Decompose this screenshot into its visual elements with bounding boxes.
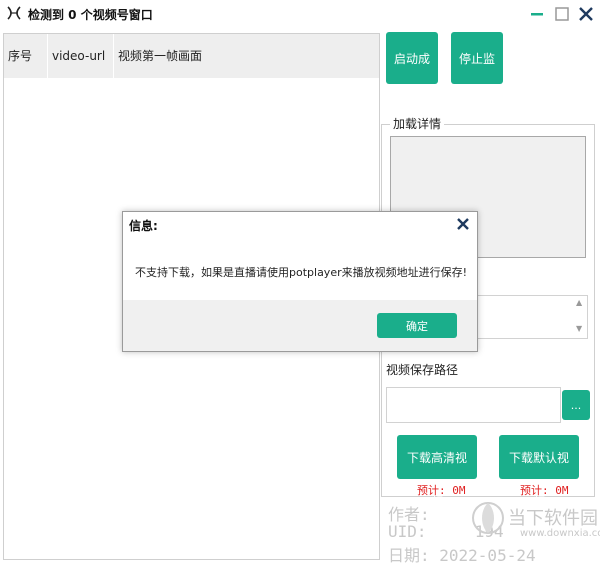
start-button[interactable]: 启动成功 — [386, 32, 438, 118]
estimate-default-size: 预计: 0M — [520, 484, 569, 497]
ok-button[interactable]: 确定 — [377, 313, 457, 338]
stop-monitor-button[interactable]: 停止监控 — [451, 32, 503, 118]
close-icon — [579, 7, 593, 21]
app-logo-icon — [6, 5, 22, 21]
info-dialog: 信息: 不支持下载，如果是直播请使用potplayer来播放视频地址进行保存! … — [122, 211, 478, 352]
scroll-up-icon[interactable]: ▲ — [576, 298, 582, 307]
dialog-close-button[interactable] — [456, 217, 470, 231]
save-path-input[interactable] — [386, 387, 561, 423]
column-header-index[interactable]: 序号 — [4, 34, 48, 78]
main-window: 检测到 0 个视频号窗口 序号 video-url 视频第一帧画面 启动成功 停… — [0, 0, 600, 565]
minimize-icon — [531, 13, 543, 16]
save-path-label: 视频保存路径 — [386, 363, 459, 377]
column-header-video-url[interactable]: video-url — [48, 34, 114, 78]
column-header-first-frame[interactable]: 视频第一帧画面 — [114, 34, 378, 78]
dialog-title: 信息: — [129, 219, 158, 233]
download-hd-button[interactable]: 下载高清视频 — [397, 435, 477, 509]
dialog-message: 不支持下载，如果是直播请使用potplayer来播放视频地址进行保存! — [135, 266, 468, 279]
estimate-hd-size: 预计: 0M — [417, 484, 466, 497]
minimize-button[interactable] — [527, 4, 547, 24]
title-bar: 检测到 0 个视频号窗口 — [0, 0, 600, 28]
close-button[interactable] — [576, 4, 596, 24]
scroll-down-icon[interactable]: ▼ — [576, 324, 582, 333]
browse-button[interactable]: ... — [562, 390, 590, 420]
site-logo-icon — [472, 502, 504, 534]
dialog-footer: 确定 — [123, 300, 477, 351]
watermark-uid-label: UID: — [388, 522, 427, 541]
watermark-site-url: www.downxia.com — [520, 528, 600, 539]
table-header: 序号 video-url 视频第一帧画面 — [4, 34, 379, 78]
download-default-button[interactable]: 下载默认视频 — [499, 435, 579, 509]
load-details-legend: 加载详情 — [390, 115, 445, 132]
maximize-icon — [555, 7, 569, 21]
watermark-site-name: 当下软件园 — [508, 508, 598, 529]
close-icon — [457, 218, 469, 230]
window-title: 检测到 0 个视频号窗口 — [28, 8, 153, 22]
maximize-button[interactable] — [552, 4, 572, 24]
watermark-date: 日期: 2022-05-24 — [388, 546, 536, 565]
